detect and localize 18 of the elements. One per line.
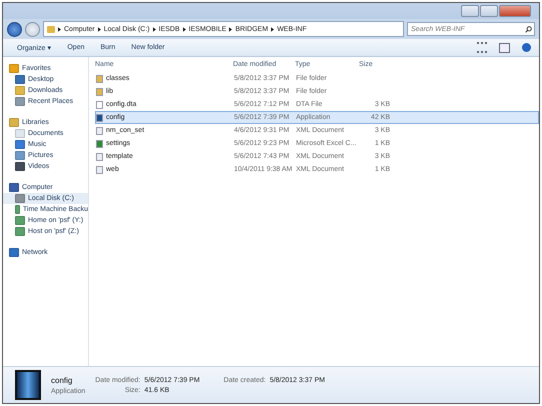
group-icon [9,64,19,73]
maximize-button[interactable] [480,5,498,17]
group-icon [9,248,19,257]
view-options-icon[interactable] [477,42,487,53]
chevron-icon [152,26,156,32]
back-button[interactable] [7,22,22,36]
group-icon [9,183,19,192]
minimize-button[interactable] [461,5,479,17]
file-name: config [51,376,74,384]
chevron-icon [58,26,61,32]
preview-pane-icon[interactable] [499,42,510,52]
group-icon [9,118,19,127]
application-icon [15,370,41,400]
chevron-icon [98,26,101,32]
search-icon [525,26,532,32]
chevron-icon [182,26,186,32]
chevron-icon [271,26,274,32]
chevron-icon [229,26,232,32]
